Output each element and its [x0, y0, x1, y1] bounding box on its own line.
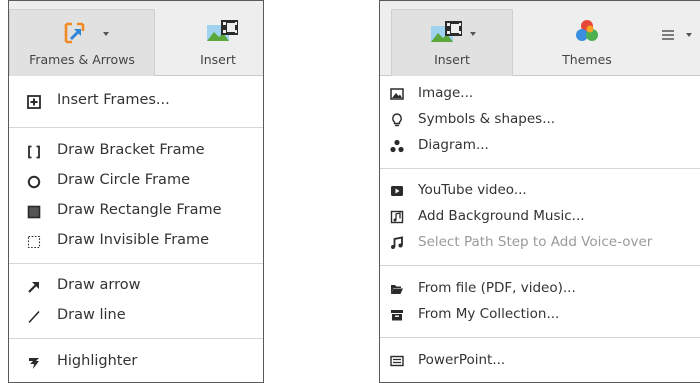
menu-item-label: From My Collection... — [418, 306, 560, 322]
menu-item-label: Select Path Step to Add Voice-over — [418, 234, 653, 250]
menu-item-draw-arrow[interactable]: Draw arrow — [9, 273, 263, 301]
toolbar: Frames & Arrows Insert — [9, 1, 263, 76]
menu-item-label: Draw Invisible Frame — [57, 232, 210, 248]
menu-item-powerpoint[interactable]: PowerPoint... — [380, 347, 700, 375]
insert-label: Insert — [200, 52, 236, 67]
toolbar: Insert Themes — [380, 1, 700, 76]
arrow-icon — [28, 282, 39, 293]
menu-item-label: YouTube video... — [418, 182, 527, 198]
rectangle-icon — [27, 205, 41, 219]
menu-item-label: Add Background Music... — [418, 208, 585, 224]
menu-item-label: Draw line — [57, 307, 126, 323]
folder-open-icon — [391, 285, 403, 294]
divider — [380, 168, 700, 169]
chevron-down-icon — [686, 33, 692, 37]
dashed-square-icon — [27, 235, 41, 249]
menu-item-my-collection[interactable]: From My Collection... — [380, 301, 700, 329]
menu-item-label: PowerPoint... — [418, 352, 506, 368]
line-icon — [28, 310, 40, 324]
menu-item-label: Draw Circle Frame — [57, 172, 190, 188]
insert-button[interactable]: Insert — [171, 9, 265, 76]
menu-item-draw-circle-frame[interactable]: Draw Circle Frame — [9, 168, 263, 196]
music-note-icon — [391, 236, 403, 249]
frames-arrows-button[interactable]: Frames & Arrows — [9, 9, 155, 76]
hamburger-icon — [661, 30, 674, 40]
menu-item-highlighter[interactable]: Highlighter — [9, 349, 263, 377]
menu-item-label: Draw Bracket Frame — [57, 142, 205, 158]
divider — [9, 338, 263, 339]
menu-item-label: Draw Rectangle Frame — [57, 202, 222, 218]
bracket-icon — [28, 145, 40, 159]
chevron-down-icon — [470, 32, 476, 36]
menu-item-image[interactable]: Image... — [380, 80, 700, 108]
menu-item-insert-frames[interactable]: Insert Frames... — [9, 88, 263, 116]
image-icon — [390, 88, 404, 100]
menu-item-draw-invisible-frame[interactable]: Draw Invisible Frame — [9, 228, 263, 256]
frames-arrows-icon — [64, 22, 85, 44]
insert-button[interactable]: Insert — [391, 9, 513, 76]
diagram-icon — [390, 139, 404, 153]
insert-media-icon — [431, 21, 462, 42]
menu-item-from-file[interactable]: From file (PDF, video)... — [380, 275, 700, 303]
menu-item-voice-over: Select Path Step to Add Voice-over — [380, 229, 700, 257]
menu-item-youtube-video[interactable]: YouTube video... — [380, 177, 700, 205]
frames-arrows-dropdown-panel: Frames & Arrows Insert Insert Frames... — [8, 0, 264, 383]
menu-item-draw-bracket-frame[interactable]: Draw Bracket Frame — [9, 138, 263, 166]
menu-item-background-music[interactable]: Add Background Music... — [380, 203, 700, 231]
menu-item-label: From file (PDF, video)... — [418, 280, 576, 296]
menu-item-draw-line[interactable]: Draw line — [9, 303, 263, 331]
menu-item-label: Insert Frames... — [57, 92, 170, 108]
insert-label: Insert — [434, 52, 470, 67]
menu-item-label: Draw arrow — [57, 277, 141, 293]
insert-media-icon — [207, 20, 238, 41]
menu-item-label: Highlighter — [57, 353, 138, 369]
divider — [380, 337, 700, 338]
menu-item-draw-rectangle-frame[interactable]: Draw Rectangle Frame — [9, 198, 263, 226]
themes-label: Themes — [562, 52, 612, 67]
insert-dropdown-panel: Insert Themes Image... Symbols & shapes.… — [379, 0, 700, 383]
chevron-down-icon — [103, 32, 109, 36]
divider — [380, 265, 700, 266]
frames-arrows-label: Frames & Arrows — [29, 52, 135, 67]
highlighter-icon — [29, 358, 39, 369]
archive-box-icon — [391, 310, 403, 321]
menu-item-label: Diagram... — [418, 137, 489, 153]
video-play-icon — [391, 186, 403, 196]
lightbulb-icon — [392, 113, 402, 127]
themes-button[interactable]: Themes — [532, 9, 642, 76]
music-file-icon — [390, 210, 404, 224]
presentation-icon — [390, 355, 404, 367]
circle-icon — [27, 175, 41, 189]
themes-icon — [576, 20, 598, 41]
menu-item-label: Symbols & shapes... — [418, 111, 556, 127]
more-menu-button[interactable] — [650, 9, 700, 76]
divider — [9, 263, 263, 264]
plus-square-icon — [27, 95, 41, 109]
menu-item-label: Image... — [418, 85, 474, 101]
menu-item-diagram[interactable]: Diagram... — [380, 132, 700, 160]
menu-item-symbols-shapes[interactable]: Symbols & shapes... — [380, 106, 700, 134]
divider — [9, 127, 263, 128]
